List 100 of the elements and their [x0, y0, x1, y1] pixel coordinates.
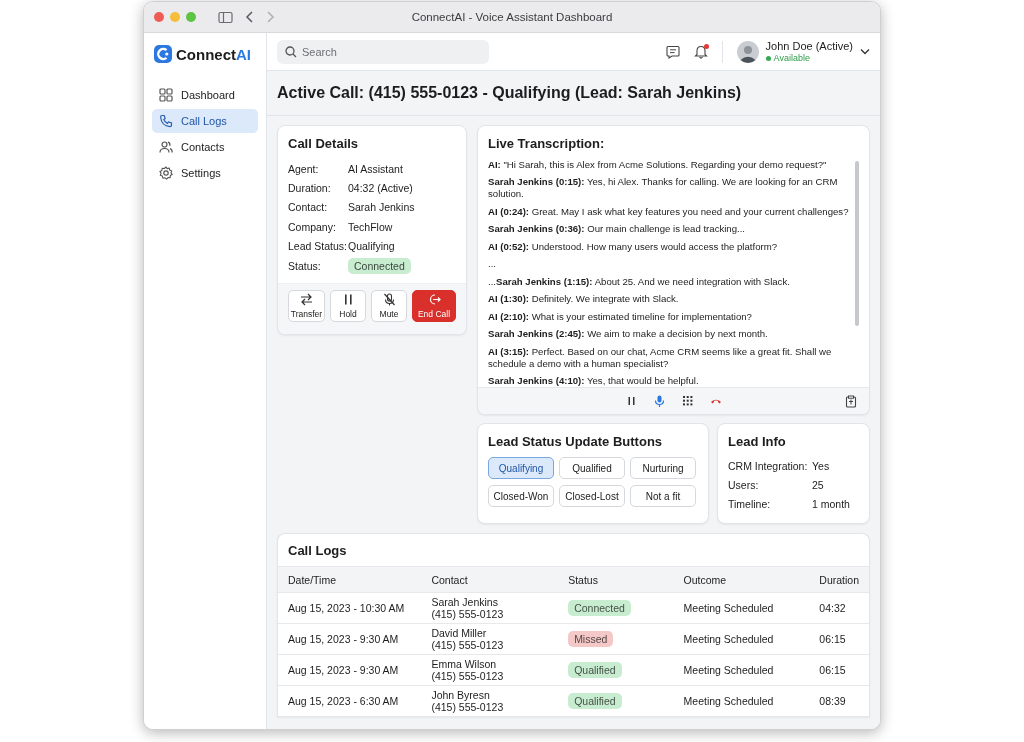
contact-phone: (415) 555-0123	[431, 670, 505, 683]
logo-icon	[154, 45, 172, 63]
table-cell: 06:15	[809, 623, 869, 655]
back-icon[interactable]	[245, 11, 254, 23]
contact-phone: (415) 555-0123	[431, 701, 505, 714]
lead-status-button[interactable]: Closed-Won	[488, 485, 554, 507]
chevron-down-icon[interactable]	[860, 48, 870, 55]
field-value: Qualifying	[348, 240, 396, 253]
table-cell: Aug 15, 2023 - 6:30 AM	[278, 685, 422, 717]
field-value: TechFlow	[348, 220, 394, 233]
field-value: Sarah Jenkins	[348, 201, 416, 214]
status-badge: Missed	[568, 630, 614, 648]
scrollbar[interactable]	[855, 161, 859, 326]
user-status: Available	[773, 53, 810, 63]
nav-item[interactable]: Call Logs	[152, 109, 258, 133]
field-value: AI Assistant	[348, 162, 404, 175]
mic-off-icon	[382, 293, 396, 307]
card-title: Call Logs	[287, 542, 348, 560]
transcript-line: Sarah Jenkins (0:36): Our main challenge is lead tracking...	[488, 223, 747, 236]
nav-item[interactable]: Dashboard	[152, 83, 258, 107]
contact-phone: (415) 555-0123	[431, 639, 505, 652]
chat-icon[interactable]	[665, 44, 680, 59]
transcript-line: ...	[488, 258, 497, 271]
column-header[interactable]: Contact	[421, 566, 559, 593]
keypad-icon[interactable]	[681, 395, 694, 407]
bell-icon[interactable]	[693, 44, 708, 59]
field-value: 04:32 (Active)	[348, 182, 414, 195]
call-action-button[interactable]: Transfer	[288, 290, 325, 323]
field-label: Users:	[728, 478, 760, 491]
field-label: Contact:	[288, 201, 329, 214]
contact-name: John Byresn	[431, 688, 491, 701]
microphone-icon[interactable]	[653, 395, 666, 407]
contact-name: David Miller	[431, 626, 488, 639]
field-label: Duration:	[288, 182, 332, 195]
table-cell: Aug 15, 2023 - 9:30 AM	[278, 654, 422, 686]
avatar	[736, 40, 759, 63]
table-cell: 04:32	[809, 592, 869, 624]
contact-name: Emma Wilson	[431, 657, 498, 670]
status-badge: Connected	[568, 599, 631, 617]
field-label: CRM Integration:	[728, 459, 809, 472]
end-call-button[interactable]: End Call	[412, 290, 456, 323]
transcript-line: AI (3:15): Perfect. Based on our chat, Acme CRM seems like a great fit. Shall we schedule a demo with a human specialist?	[488, 345, 833, 370]
card-title: Call Details	[288, 136, 360, 151]
transcript-line: Sarah Jenkins (0:15): Yes, hi Alex. Thanks for calling. We are looking for an CRM solution.	[488, 176, 839, 201]
window-title: ConnectAI - Voice Assistant Dashboard	[411, 11, 613, 23]
field-value: 1 month	[812, 497, 851, 510]
transcript-line: AI (0:52): Understood. How many users would access the platform?	[488, 240, 778, 253]
table-cell: Meeting Scheduled	[673, 654, 810, 686]
page-title: Active Call: (415) 555-0123 - Qualifying (Lead: Sarah Jenkins)	[277, 83, 743, 103]
transcript-line: ...Sarah Jenkins (1:15): About 25. And we need integration with Slack.	[488, 275, 791, 288]
table-cell: Aug 15, 2023 - 10:30 AM	[278, 592, 422, 624]
phone-icon	[159, 114, 173, 128]
card-title: Live Transcription:	[487, 135, 606, 153]
transcript-line: Sarah Jenkins (4:10): Yes, that would be helpful.	[488, 375, 700, 387]
table-cell: Meeting Scheduled	[673, 685, 810, 717]
status-badge: Qualified	[568, 692, 622, 710]
users-icon	[159, 140, 173, 154]
status-badge: Qualified	[568, 661, 622, 679]
field-label: Status:	[288, 259, 322, 272]
lead-status-button[interactable]: Qualifying	[488, 457, 554, 479]
lead-status-button[interactable]: Qualified	[559, 457, 625, 479]
contact-name: Sarah Jenkins	[431, 595, 499, 608]
field-label: Timeline:	[728, 497, 772, 510]
column-header[interactable]: Outcome	[673, 566, 810, 593]
field-label: Lead Status:	[288, 240, 348, 253]
transcript-line: AI: "Hi Sarah, this is Alex from Acme Solutions. Regarding your demo request?"	[488, 159, 828, 171]
contact-phone: (415) 555-0123	[431, 608, 505, 621]
clipboard-icon[interactable]	[845, 395, 857, 408]
table-cell: Meeting Scheduled	[673, 592, 810, 624]
transcript-line: AI (0:24): Great. May I ask what key features you need and your current challenges?	[488, 205, 849, 218]
field-value: Yes	[812, 459, 831, 472]
status-badge: Connected	[348, 257, 411, 274]
lead-status-button[interactable]: Closed-Lost	[559, 485, 625, 507]
settings-icon	[159, 166, 173, 180]
search-field[interactable]: Search	[277, 39, 489, 64]
call-action-button[interactable]: Mute	[371, 290, 407, 323]
table-cell: Aug 15, 2023 - 9:30 AM	[278, 623, 422, 655]
table-cell: Meeting Scheduled	[673, 623, 810, 655]
transcript-line: AI (1:30): Definitely. We integrate with Slack.	[488, 293, 680, 306]
column-header[interactable]: Status	[558, 566, 674, 593]
user-name: John Doe (Active)	[765, 40, 853, 52]
close-button[interactable]	[154, 12, 164, 22]
card-title: Lead Info	[728, 434, 787, 449]
table-cell: 08:39	[809, 685, 869, 717]
lead-status-button[interactable]: Not a fit	[630, 485, 696, 507]
field-label: Agent:	[288, 162, 320, 175]
nav-item[interactable]: Settings	[152, 161, 258, 185]
sidebar-toggle-icon[interactable]	[218, 10, 233, 24]
transcript-line: AI (2:10): What is your estimated timeline for implementation?	[488, 310, 753, 323]
app-logo-text: ConnectAI	[176, 45, 251, 63]
column-header[interactable]: Duration	[809, 566, 869, 593]
column-header[interactable]: Date/Time	[278, 566, 422, 593]
call-action-button[interactable]: Hold	[330, 290, 366, 323]
exit-icon	[427, 293, 441, 307]
lead-status-button[interactable]: Nurturing	[630, 457, 696, 479]
grid-icon	[159, 88, 173, 102]
field-value: 25	[812, 478, 825, 491]
swap-icon	[300, 293, 313, 307]
nav-item[interactable]: Contacts	[152, 135, 258, 159]
card-title: Lead Status Update Buttons	[488, 434, 664, 449]
